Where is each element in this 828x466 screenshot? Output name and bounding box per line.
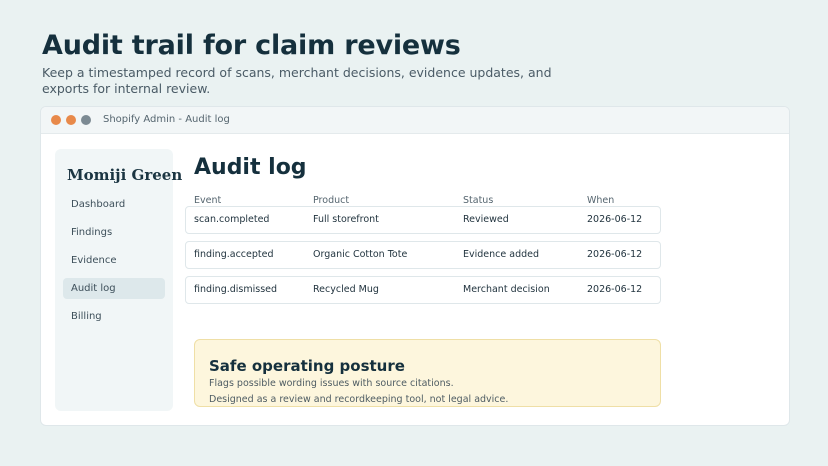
notice-title: Safe operating posture	[209, 357, 405, 375]
table-row[interactable]: finding.accepted Organic Cotton Tote Evi…	[185, 241, 661, 269]
status-cell: Merchant decision	[463, 284, 550, 295]
sidebar-item-evidence[interactable]: Evidence	[63, 250, 165, 271]
event-cell: finding.accepted	[194, 249, 274, 260]
column-header-product: Product	[313, 195, 350, 206]
product-cell: Recycled Mug	[313, 284, 379, 295]
hero-subtitle: Keep a timestamped record of scans, merc…	[42, 65, 552, 96]
safe-posture-notice: Safe operating posture Flags possible wo…	[194, 339, 661, 407]
when-cell: 2026-06-12	[587, 249, 643, 260]
shop-name: Momiji Green	[67, 166, 183, 184]
column-header-when: When	[587, 195, 615, 206]
when-cell: 2026-06-12	[587, 214, 643, 225]
sidebar-item-dashboard[interactable]: Dashboard	[63, 194, 165, 215]
notice-line: Designed as a review and recordkeeping t…	[209, 394, 509, 405]
window-title: Shopify Admin - Audit log	[103, 114, 230, 125]
notice-line: Flags possible wording issues with sourc…	[209, 378, 454, 389]
table-row[interactable]: scan.completed Full storefront Reviewed …	[185, 206, 661, 234]
product-cell: Organic Cotton Tote	[313, 249, 408, 260]
app-window: Shopify Admin - Audit log Momiji Green D…	[40, 106, 790, 426]
window-titlebar: Shopify Admin - Audit log	[41, 107, 789, 134]
maximize-window-button[interactable]	[81, 115, 91, 125]
column-header-status: Status	[463, 195, 494, 206]
event-cell: scan.completed	[194, 214, 270, 225]
when-cell: 2026-06-12	[587, 284, 643, 295]
product-cell: Full storefront	[313, 214, 379, 225]
sidebar-item-audit-log[interactable]: Audit log	[63, 278, 165, 299]
column-header-event: Event	[194, 195, 222, 206]
event-cell: finding.dismissed	[194, 284, 278, 295]
minimize-window-button[interactable]	[66, 115, 76, 125]
hero-title: Audit trail for claim reviews	[42, 30, 461, 61]
close-window-button[interactable]	[51, 115, 61, 125]
page-title: Audit log	[194, 155, 307, 180]
status-cell: Reviewed	[463, 214, 509, 225]
status-cell: Evidence added	[463, 249, 540, 260]
sidebar: Momiji Green Dashboard Findings Evidence…	[55, 149, 182, 411]
sidebar-item-billing[interactable]: Billing	[63, 306, 165, 327]
table-row[interactable]: finding.dismissed Recycled Mug Merchant …	[185, 276, 661, 304]
sidebar-item-findings[interactable]: Findings	[63, 222, 165, 243]
